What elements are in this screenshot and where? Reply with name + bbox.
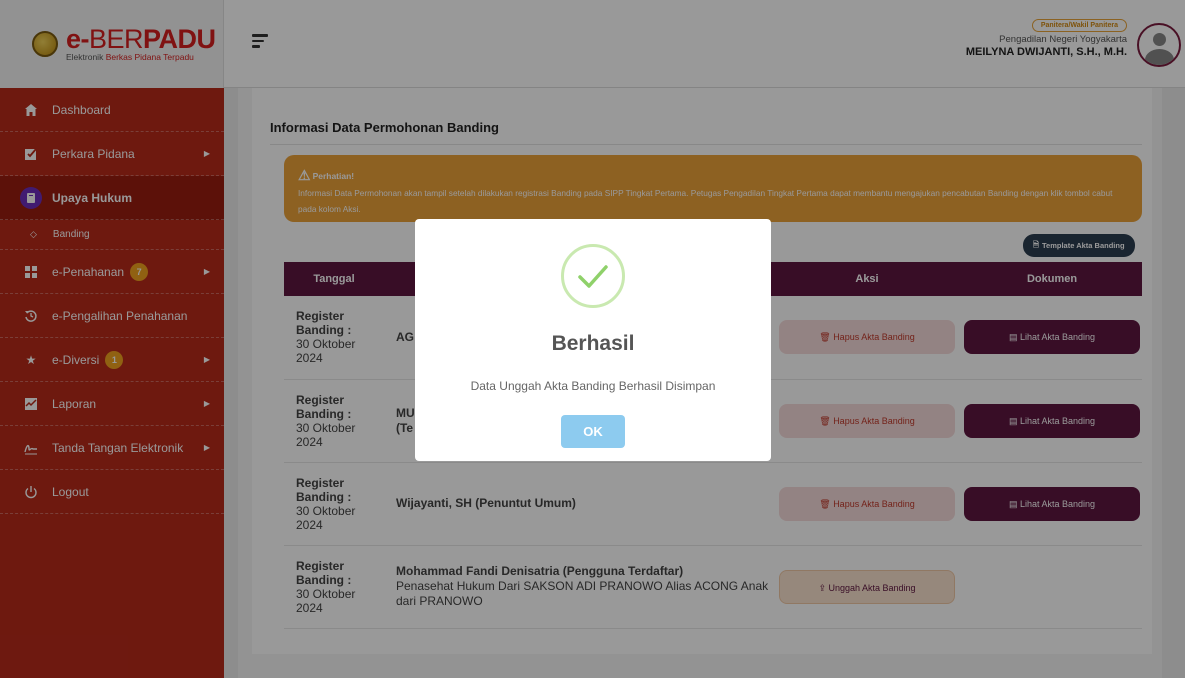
success-modal: Berhasil Data Unggah Akta Banding Berhas…: [415, 219, 771, 461]
modal-title: Berhasil: [551, 332, 635, 355]
modal-overlay[interactable]: Berhasil Data Unggah Akta Banding Berhas…: [0, 0, 1185, 678]
success-check-icon: [561, 244, 625, 308]
modal-message: Data Unggah Akta Banding Berhasil Disimp…: [470, 379, 716, 393]
ok-button[interactable]: OK: [561, 415, 625, 448]
